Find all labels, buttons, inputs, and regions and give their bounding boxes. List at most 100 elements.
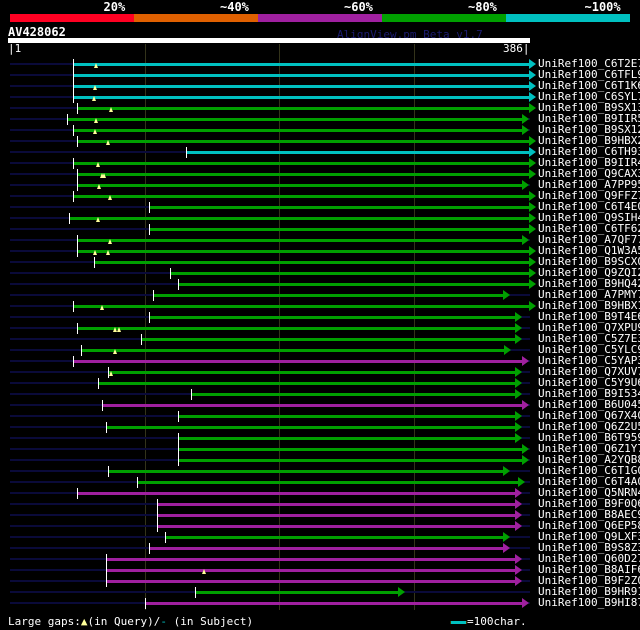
hit-bar[interactable] <box>82 349 505 352</box>
hit-bar[interactable] <box>106 426 516 429</box>
subject-gap-label: (in Subject) <box>173 615 254 628</box>
hit-bar[interactable] <box>179 437 516 440</box>
hit-bar[interactable] <box>157 514 516 517</box>
hit-bar[interactable] <box>78 140 529 143</box>
arrow-right-icon <box>515 433 523 443</box>
hit-bar[interactable] <box>179 459 522 462</box>
arrow-right-icon <box>517 477 525 487</box>
identity-swatch <box>134 14 258 22</box>
arrow-right-icon <box>515 367 523 377</box>
hit-bar[interactable] <box>109 371 516 374</box>
arrow-right-icon <box>528 59 536 69</box>
hit-bar[interactable] <box>106 569 516 572</box>
hit-bar[interactable] <box>157 503 516 506</box>
hit-bar[interactable] <box>149 547 504 550</box>
hit-bar[interactable] <box>67 118 522 121</box>
hit-label[interactable]: UniRef100_B9HI87 <box>538 596 640 609</box>
arrow-right-icon <box>528 136 536 146</box>
arrow-right-icon <box>528 81 536 91</box>
arrow-right-icon <box>515 389 523 399</box>
query-end: 386| <box>503 42 530 55</box>
arrow-right-icon <box>528 70 536 80</box>
arrow-right-icon <box>515 521 523 531</box>
arrow-right-icon <box>515 323 523 333</box>
hit-bar[interactable] <box>137 481 518 484</box>
arrow-right-icon <box>521 356 529 366</box>
hit-bar[interactable] <box>78 250 529 253</box>
hit-bar[interactable] <box>98 382 516 385</box>
hit-bar[interactable] <box>74 162 529 165</box>
hit-bar[interactable] <box>149 316 516 319</box>
query-gap-marker-icon <box>99 305 104 310</box>
hit-bar[interactable] <box>78 239 522 242</box>
hit-bar[interactable] <box>187 151 529 154</box>
arrow-right-icon <box>521 235 529 245</box>
arrow-right-icon <box>528 301 536 311</box>
arrow-right-icon <box>521 598 529 608</box>
arrow-right-icon <box>515 422 523 432</box>
hit-bar[interactable] <box>102 404 522 407</box>
hit-bar[interactable] <box>78 327 516 330</box>
hit-bar[interactable] <box>171 272 529 275</box>
hit-bar[interactable] <box>74 85 529 88</box>
query-gap-marker-icon <box>96 184 101 189</box>
query-gap-marker-icon <box>106 250 111 255</box>
hit-bar[interactable] <box>179 415 516 418</box>
query-gap-marker-icon <box>107 195 112 200</box>
hit-bar[interactable] <box>74 360 522 363</box>
hit-bar[interactable] <box>153 294 504 297</box>
arrow-right-icon <box>528 158 536 168</box>
hit-bar[interactable] <box>165 536 504 539</box>
hit-bar[interactable] <box>78 492 516 495</box>
arrow-right-icon <box>504 345 512 355</box>
hit-bar[interactable] <box>157 525 516 528</box>
hit-bar[interactable] <box>74 74 529 77</box>
arrow-right-icon <box>528 169 536 179</box>
arrow-right-icon <box>528 103 536 113</box>
arrow-right-icon <box>521 125 529 135</box>
arrow-right-icon <box>515 499 523 509</box>
query-start-value: 1 <box>14 42 22 55</box>
query-start: |1 <box>8 42 22 55</box>
hit-bar[interactable] <box>149 228 529 231</box>
arrow-right-icon <box>528 257 536 267</box>
gap-legend-label: Large gaps: <box>8 615 81 628</box>
query-gap-marker-icon <box>95 162 100 167</box>
hit-bar[interactable] <box>179 283 529 286</box>
scale-legend: =100char. <box>450 615 527 628</box>
hit-bar[interactable] <box>74 305 529 308</box>
hit-bar[interactable] <box>78 184 522 187</box>
hit-bar[interactable] <box>78 173 529 176</box>
hit-bar[interactable] <box>106 580 516 583</box>
hit-bar[interactable] <box>70 217 529 220</box>
hit-bar[interactable] <box>145 602 522 605</box>
hit-bar[interactable] <box>195 591 398 594</box>
hit-bar[interactable] <box>74 63 529 66</box>
subject-gap-icon: - <box>160 615 167 628</box>
hit-row[interactable]: UniRef100_B9HI87 <box>0 596 640 609</box>
query-gap-marker-icon <box>107 239 112 244</box>
arrow-right-icon <box>528 224 536 234</box>
query-gap-marker-icon <box>94 118 99 123</box>
hit-bar[interactable] <box>179 448 522 451</box>
identity-swatch <box>258 14 382 22</box>
identity-label: ~80% <box>468 0 497 14</box>
query-end-value: 386 <box>503 42 523 55</box>
identity-label: 20% <box>103 0 126 14</box>
query-gap-marker-icon <box>109 371 114 376</box>
hit-bar[interactable] <box>78 107 529 110</box>
query-gap-marker-icon <box>94 63 99 68</box>
arrow-right-icon <box>515 510 523 520</box>
hit-bar[interactable] <box>109 470 504 473</box>
hit-bar[interactable] <box>149 206 529 209</box>
hit-bar[interactable] <box>94 261 529 264</box>
arrow-right-icon <box>515 411 523 421</box>
hit-bar[interactable] <box>141 338 516 341</box>
hit-bar[interactable] <box>74 129 522 132</box>
hit-bar[interactable] <box>74 195 529 198</box>
scale-bar <box>450 620 467 624</box>
query-gap-marker-icon <box>95 217 100 222</box>
hit-bar[interactable] <box>74 96 529 99</box>
hit-bar[interactable] <box>106 558 516 561</box>
hit-bar[interactable] <box>191 393 516 396</box>
